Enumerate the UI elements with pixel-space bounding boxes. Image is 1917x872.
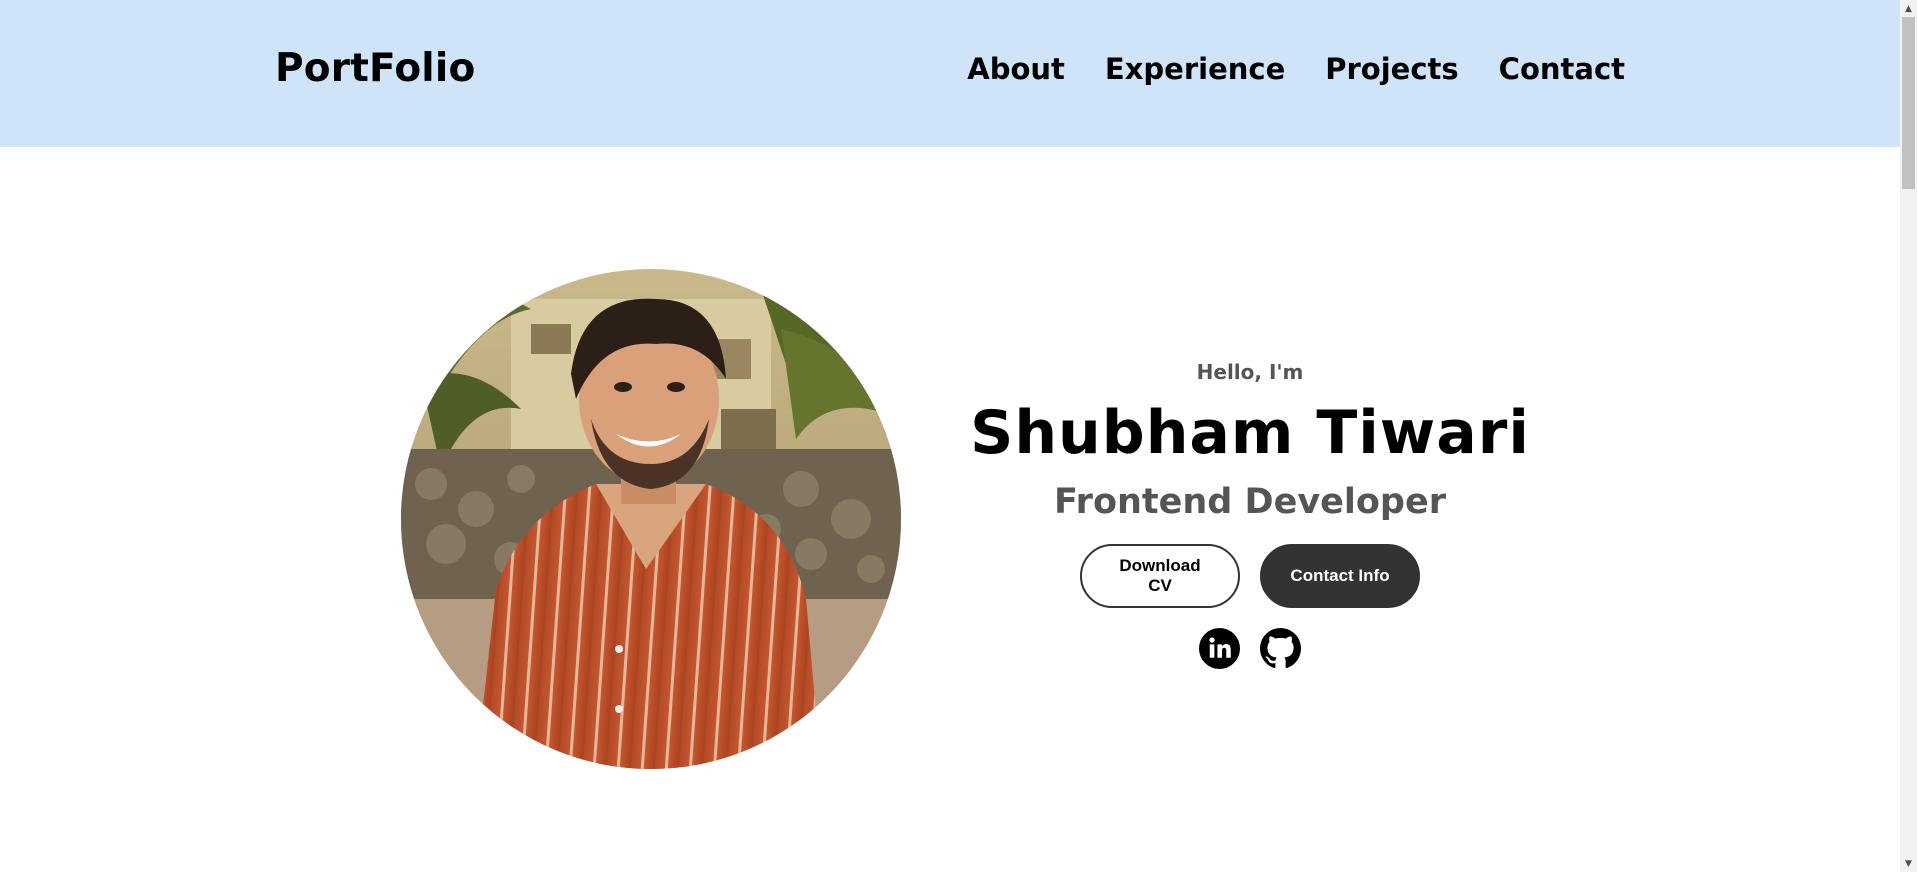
site-header: PortFolio About Experience Projects Cont… <box>0 0 1900 147</box>
nav-link-about[interactable]: About <box>967 52 1065 86</box>
scrollbar-thumb[interactable] <box>1902 17 1915 189</box>
greeting-text: Hello, I'm <box>1196 360 1304 384</box>
hero-intro: Hello, I'm Shubham Tiwari Frontend Devel… <box>950 360 1550 669</box>
download-cv-button[interactable]: Download CV <box>1080 544 1240 608</box>
vertical-scrollbar[interactable]: ▲ ▼ <box>1900 0 1917 872</box>
hero-name: Shubham Tiwari <box>970 398 1530 468</box>
github-icon[interactable] <box>1260 628 1301 669</box>
scroll-up-arrow-icon[interactable]: ▲ <box>1900 0 1917 17</box>
linkedin-icon[interactable] <box>1199 628 1240 669</box>
nav-link-contact[interactable]: Contact <box>1499 52 1625 86</box>
profile-photo <box>401 269 901 769</box>
page: PortFolio About Experience Projects Cont… <box>0 0 1917 872</box>
nav-link-projects[interactable]: Projects <box>1325 52 1458 86</box>
hero-buttons: Download CV Contact Info <box>950 544 1550 608</box>
scroll-down-arrow-icon[interactable]: ▼ <box>1900 855 1917 872</box>
contact-info-button[interactable]: Contact Info <box>1260 544 1420 608</box>
main-nav: About Experience Projects Contact <box>967 52 1625 86</box>
site-logo[interactable]: PortFolio <box>275 46 475 91</box>
social-links <box>950 628 1550 669</box>
nav-link-experience[interactable]: Experience <box>1105 52 1285 86</box>
hero-role: Frontend Developer <box>1054 482 1446 522</box>
